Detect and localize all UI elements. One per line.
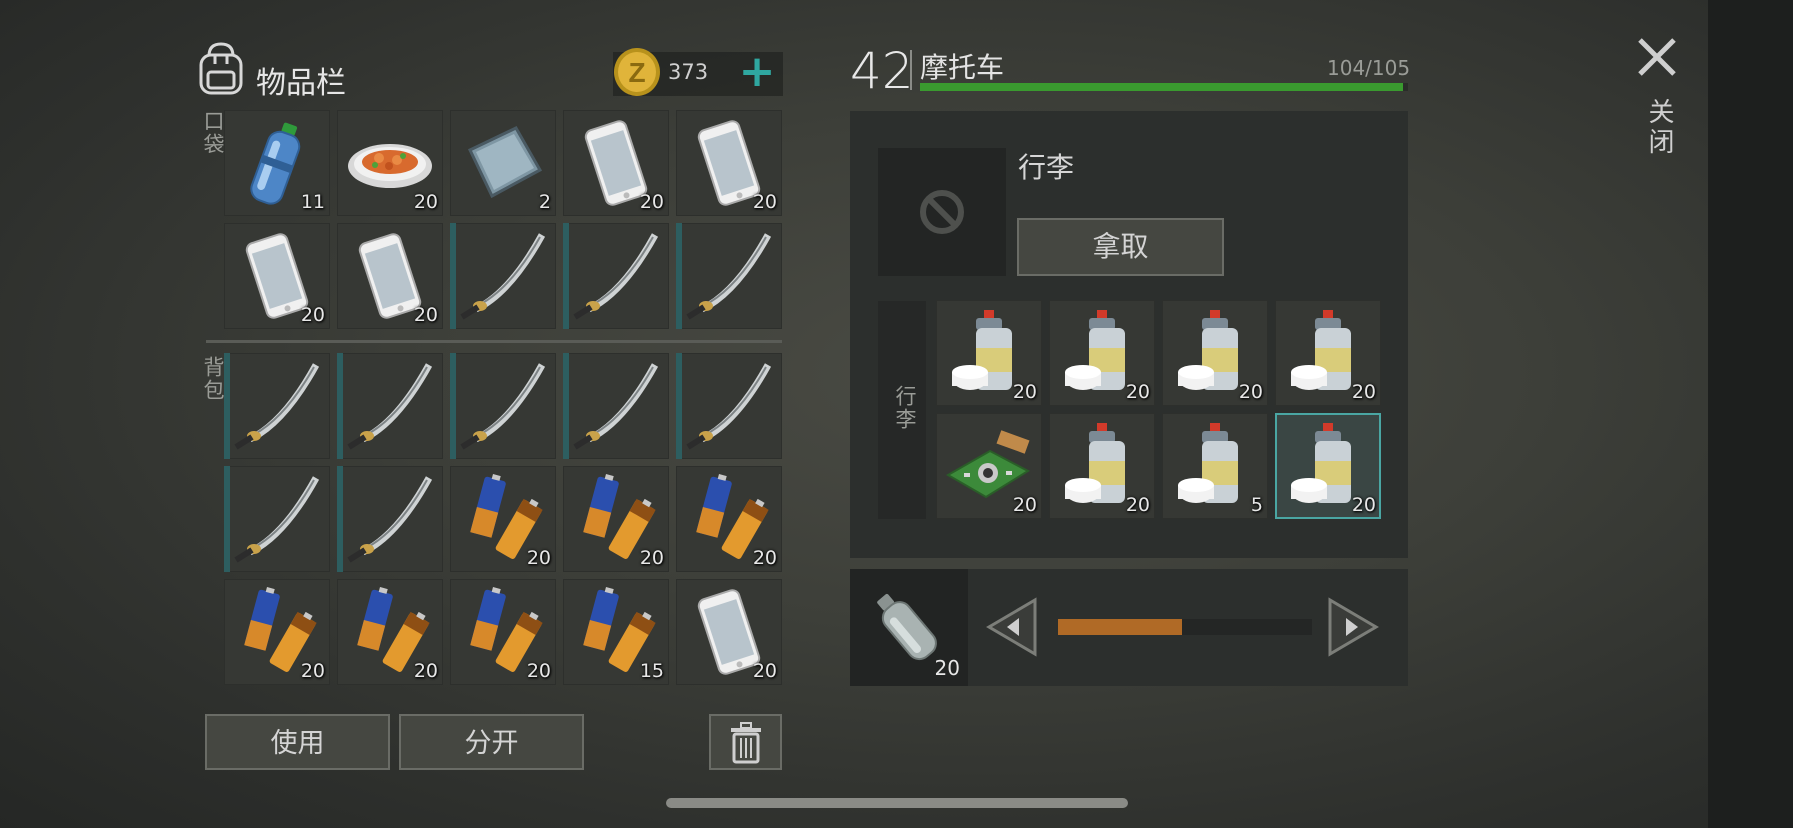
item-quantity: 20 (300, 660, 325, 682)
katana-icon (234, 476, 320, 563)
trunk-slot[interactable]: 20 (1049, 413, 1155, 519)
pocket-slot[interactable]: 20 (563, 110, 669, 216)
katana-icon (573, 233, 659, 320)
vehicle-name: 摩托车 (920, 51, 1005, 84)
vehicle-capacity: 104/105 (1327, 56, 1411, 80)
item-quantity: 20 (413, 660, 438, 682)
item-quantity: 20 (752, 660, 777, 682)
item-quantity: 5 (1250, 494, 1263, 516)
katana-icon (347, 476, 433, 563)
pocket-slot[interactable]: 20 (676, 110, 782, 216)
trunk-slot[interactable]: 20 (1275, 300, 1381, 406)
pocket-slot[interactable]: 11 (224, 110, 330, 216)
vehicle-level: 42 (850, 42, 914, 100)
backpack-slot[interactable] (224, 353, 330, 459)
coin-icon: Z (614, 48, 660, 96)
pocket-slot[interactable] (450, 223, 556, 329)
katana-icon (573, 363, 659, 450)
item-quantity: 2 (538, 191, 551, 213)
close-label[interactable]: 关闭 (1641, 98, 1678, 158)
item-quantity: 20 (1351, 494, 1376, 516)
trunk-slot[interactable]: 20 (936, 413, 1042, 519)
backpack-slot[interactable]: 20 (224, 579, 330, 685)
katana-icon (460, 233, 546, 320)
item-quantity: 20 (752, 547, 777, 569)
backpack-slot[interactable] (337, 466, 443, 572)
backpack-slot[interactable]: 15 (563, 579, 669, 685)
trunk-slot[interactable]: 20 (1049, 300, 1155, 406)
backpack-slot[interactable] (450, 353, 556, 459)
pocket-slot[interactable]: 20 (337, 223, 443, 329)
capacity-bar-fill (920, 83, 1404, 91)
backpack-slot[interactable]: 20 (563, 466, 669, 572)
trunk-slot[interactable]: 5 (1162, 413, 1268, 519)
pocket-slot[interactable] (676, 223, 782, 329)
item-quantity: 20 (526, 547, 551, 569)
pocket-slot[interactable] (563, 223, 669, 329)
close-icon[interactable] (1632, 32, 1682, 82)
trunk-side-label: 行李 (893, 385, 917, 431)
item-quantity: 20 (639, 191, 664, 213)
katana-icon (460, 363, 546, 450)
backpack-slot[interactable] (563, 353, 669, 459)
screen-edge (1708, 0, 1793, 828)
katana-icon (686, 363, 772, 450)
item-quantity: 20 (752, 191, 777, 213)
backpack-icon (199, 42, 243, 95)
item-quantity: 20 (413, 191, 438, 213)
backpack-slot[interactable] (224, 466, 330, 572)
svg-text:Z: Z (628, 57, 645, 88)
item-quantity: 11 (300, 191, 325, 213)
katana-icon (686, 233, 772, 320)
decrease-arrow-icon[interactable] (985, 596, 1039, 658)
add-currency-button[interactable]: + (735, 50, 779, 96)
increase-arrow-icon[interactable] (1326, 596, 1380, 658)
header-separator (910, 50, 912, 90)
backpack-slot[interactable]: 20 (450, 579, 556, 685)
item-quantity: 20 (526, 660, 551, 682)
split-button[interactable]: 分开 (399, 714, 584, 770)
inventory-title: 物品栏 (256, 66, 346, 101)
trunk-slot[interactable]: 20 (1275, 413, 1381, 519)
item-quantity: 20 (1012, 381, 1037, 403)
item-quantity: 15 (639, 660, 664, 682)
item-quantity: 20 (1125, 381, 1150, 403)
backpack-slot[interactable]: 20 (450, 466, 556, 572)
trunk-blocked-slot (878, 148, 1006, 276)
backpack-slot[interactable]: 20 (337, 579, 443, 685)
katana-icon (234, 363, 320, 450)
katana-icon (347, 363, 433, 450)
item-quantity: 20 (639, 547, 664, 569)
backpack-slot[interactable]: 20 (676, 579, 782, 685)
transfer-item-qty: 20 (934, 656, 960, 680)
trunk-slot[interactable]: 20 (1162, 300, 1268, 406)
pocket-slot[interactable]: 2 (450, 110, 556, 216)
use-button[interactable]: 使用 (205, 714, 390, 770)
item-quantity: 20 (1012, 494, 1037, 516)
item-quantity: 20 (413, 304, 438, 326)
section-divider (206, 340, 782, 343)
trash-button[interactable] (709, 714, 782, 770)
trunk-side-tab: 行李 (878, 301, 926, 519)
item-quantity: 20 (1125, 494, 1150, 516)
backpack-slot[interactable]: 20 (676, 466, 782, 572)
pocket-slot[interactable]: 20 (337, 110, 443, 216)
home-indicator (666, 798, 1128, 808)
currency-amount: 373 (668, 60, 709, 84)
transfer-item-slot[interactable]: 20 (850, 569, 968, 686)
transfer-slider-fill (1058, 619, 1183, 635)
backpack-slot[interactable] (676, 353, 782, 459)
backpack-slot[interactable] (337, 353, 443, 459)
take-button[interactable]: 拿取 (1017, 218, 1224, 276)
item-quantity: 20 (1351, 381, 1376, 403)
trunk-slot[interactable]: 20 (936, 300, 1042, 406)
pocket-slot[interactable]: 20 (224, 223, 330, 329)
trash-icon (730, 722, 761, 764)
item-quantity: 20 (300, 304, 325, 326)
item-quantity: 20 (1238, 381, 1263, 403)
no-entry-icon (920, 190, 964, 234)
trunk-title: 行李 (1018, 151, 1075, 184)
